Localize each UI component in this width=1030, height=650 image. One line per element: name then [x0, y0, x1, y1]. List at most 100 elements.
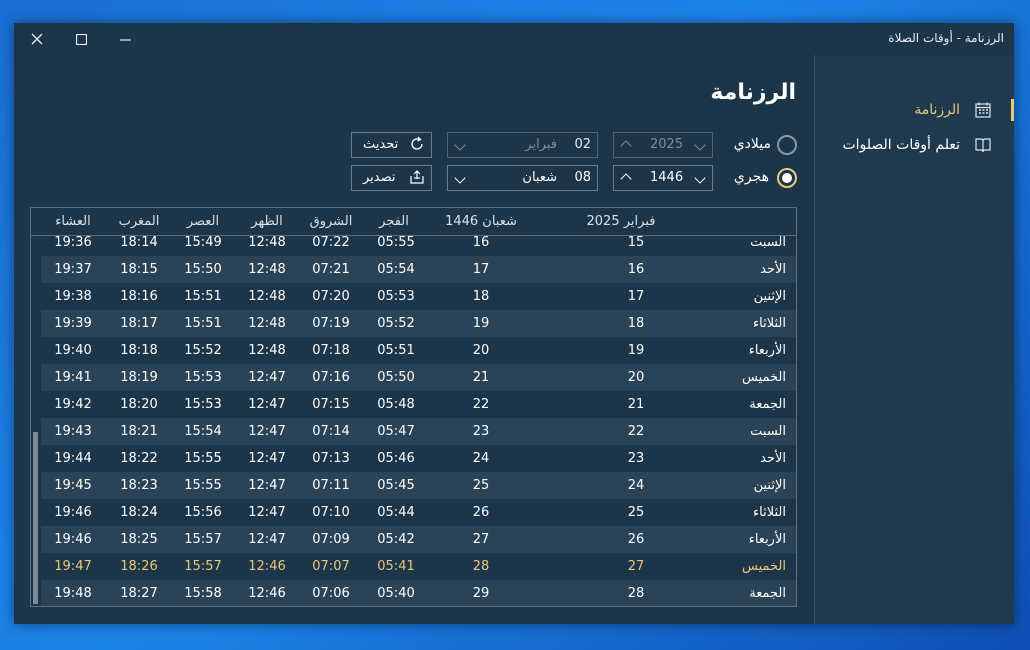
cell-maghrib: 18:17 [120, 316, 158, 331]
cell-h: 29 [472, 586, 490, 601]
cell-dhuhr: 12:48 [248, 235, 286, 250]
cell-h: 27 [472, 532, 490, 547]
sidebar-item-calendar[interactable]: الرزنامة [814, 93, 1014, 127]
cell-dhuhr: 12:48 [248, 343, 286, 358]
cell-isha: 19:41 [54, 370, 92, 385]
cell-day: الجمعة [749, 586, 786, 601]
maximize-button[interactable] [58, 23, 104, 55]
cell-h: 19 [472, 316, 490, 331]
cell-day: الجمعة [749, 397, 786, 412]
cell-day: الأربعاء [748, 343, 786, 358]
cell-g: 22 [627, 424, 645, 439]
cell-isha: 19:40 [54, 343, 92, 358]
minimize-button[interactable] [102, 23, 148, 55]
cell-isha: 19:39 [54, 316, 92, 331]
cell-g: 20 [627, 370, 645, 385]
cell-day: الإثنين [753, 289, 786, 304]
cell-day: الأحد [760, 451, 786, 466]
table-row[interactable]: 19:42 18:20 15:53 12:47 07:15 05:48 22 21 الجمعة [41, 391, 796, 418]
cell-dhuhr: 12:46 [248, 559, 286, 574]
cell-maghrib: 18:22 [120, 451, 158, 466]
cell-dhuhr: 12:47 [248, 532, 286, 547]
gregorian-year-stepper[interactable]: 2025 [613, 132, 713, 158]
table-scrollbar[interactable] [33, 432, 38, 604]
chevron-up-icon[interactable] [620, 138, 632, 154]
cell-g: 18 [627, 316, 645, 331]
cell-asr: 15:51 [184, 289, 222, 304]
cell-dhuhr: 12:47 [248, 505, 286, 520]
cell-sunrise: 07:19 [312, 316, 350, 331]
cell-isha: 19:36 [54, 235, 92, 250]
cell-maghrib: 18:27 [120, 586, 158, 601]
table-row[interactable]: 19:44 18:22 15:55 12:47 07:13 05:46 24 23 الأحد [41, 445, 796, 472]
cell-maghrib: 18:16 [120, 289, 158, 304]
cell-fajr: 05:48 [377, 397, 415, 412]
table-row[interactable]: 19:39 18:17 15:51 12:48 07:19 05:52 19 18 الثلاث… [41, 310, 796, 337]
cell-sunrise: 07:21 [312, 262, 350, 277]
close-icon [31, 33, 43, 45]
table-row[interactable]: 19:40 18:18 15:52 12:48 07:18 05:51 20 19 الأربع… [41, 337, 796, 364]
gregorian-month-name: فبراير [525, 137, 557, 152]
title-bar: الرزنامة - أوقات الصلاة [14, 23, 1014, 55]
sidebar-item-label: الرزنامة [914, 102, 960, 118]
hijri-month-select[interactable]: شعبان 08 [447, 165, 598, 191]
cell-fajr: 05:55 [377, 235, 415, 250]
header-isha: العشاء [55, 214, 91, 229]
cell-g: 26 [627, 532, 645, 547]
table-row[interactable]: 19:47 18:26 15:57 12:46 07:07 05:41 28 27 الخميس [41, 553, 796, 580]
table-row[interactable]: 19:43 18:21 15:54 12:47 07:14 05:47 23 22 السبت [41, 418, 796, 445]
cell-dhuhr: 12:48 [248, 289, 286, 304]
cell-maghrib: 18:25 [120, 532, 158, 547]
gregorian-month-select[interactable]: فبراير 02 [447, 132, 598, 158]
cell-dhuhr: 12:48 [248, 316, 286, 331]
cell-isha: 19:38 [54, 289, 92, 304]
table-row[interactable]: 19:41 18:19 15:53 12:47 07:16 05:50 21 20 الخميس [41, 364, 796, 391]
cell-asr: 15:56 [184, 505, 222, 520]
cell-isha: 19:37 [54, 262, 92, 277]
table-row[interactable]: 19:46 18:25 15:57 12:47 07:09 05:42 27 26 الأربع… [41, 526, 796, 553]
cell-isha: 19:46 [54, 532, 92, 547]
cell-h: 21 [472, 370, 490, 385]
cell-maghrib: 18:19 [120, 370, 158, 385]
cell-maghrib: 18:24 [120, 505, 158, 520]
refresh-button[interactable]: تحديث [351, 132, 432, 158]
cell-maghrib: 18:23 [120, 478, 158, 493]
hijri-radio[interactable] [777, 168, 797, 188]
cell-h: 28 [472, 559, 490, 574]
gregorian-radio[interactable] [777, 135, 797, 155]
chevron-up-icon[interactable] [620, 171, 632, 187]
header-sunrise: الشروق [309, 214, 353, 229]
hijri-year-stepper[interactable]: 1446 [613, 165, 713, 191]
cell-sunrise: 07:16 [312, 370, 350, 385]
cell-day: الأربعاء [748, 532, 786, 547]
cell-h: 25 [472, 478, 490, 493]
sidebar-item-learn-prayer-times[interactable]: تعلم أوقات الصلوات [814, 128, 1014, 162]
cell-g: 24 [627, 478, 645, 493]
table-row[interactable]: 19:46 18:24 15:56 12:47 07:10 05:44 26 25 الثلاث… [41, 499, 796, 526]
cell-sunrise: 07:15 [312, 397, 350, 412]
cell-asr: 15:57 [184, 559, 222, 574]
chevron-down-icon[interactable] [694, 171, 706, 186]
cell-maghrib: 18:21 [120, 424, 158, 439]
cell-asr: 15:50 [184, 262, 222, 277]
cell-fajr: 05:41 [377, 559, 415, 574]
table-row[interactable]: 19:38 18:16 15:51 12:48 07:20 05:53 18 17 الإثني… [41, 283, 796, 310]
table-row[interactable]: 19:48 18:27 15:58 12:46 07:06 05:40 29 28 الجمعة [41, 580, 796, 606]
cell-isha: 19:44 [54, 451, 92, 466]
cell-g: 25 [627, 505, 645, 520]
cell-fajr: 05:44 [377, 505, 415, 520]
hijri-month-number: 08 [574, 170, 591, 185]
table-row[interactable]: 19:36 18:14 15:49 12:48 07:22 05:55 16 15 السبت [41, 229, 796, 256]
chevron-down-icon[interactable] [694, 138, 706, 153]
table-row[interactable]: 19:37 18:15 15:50 12:48 07:21 05:54 17 16 الأحد [41, 256, 796, 283]
close-button[interactable] [14, 23, 60, 55]
window-title: الرزنامة - أوقات الصلاة [888, 31, 1004, 45]
export-button[interactable]: تصدير [351, 165, 432, 191]
cell-fajr: 05:46 [377, 451, 415, 466]
header-hijri: شعبان 1446 [445, 214, 517, 229]
table-row[interactable]: 19:45 18:23 15:55 12:47 07:11 05:45 25 24 الإثني… [41, 472, 796, 499]
export-label: تصدير [363, 170, 396, 185]
cell-dhuhr: 12:47 [248, 424, 286, 439]
cell-sunrise: 07:22 [312, 235, 350, 250]
cell-h: 17 [472, 262, 490, 277]
